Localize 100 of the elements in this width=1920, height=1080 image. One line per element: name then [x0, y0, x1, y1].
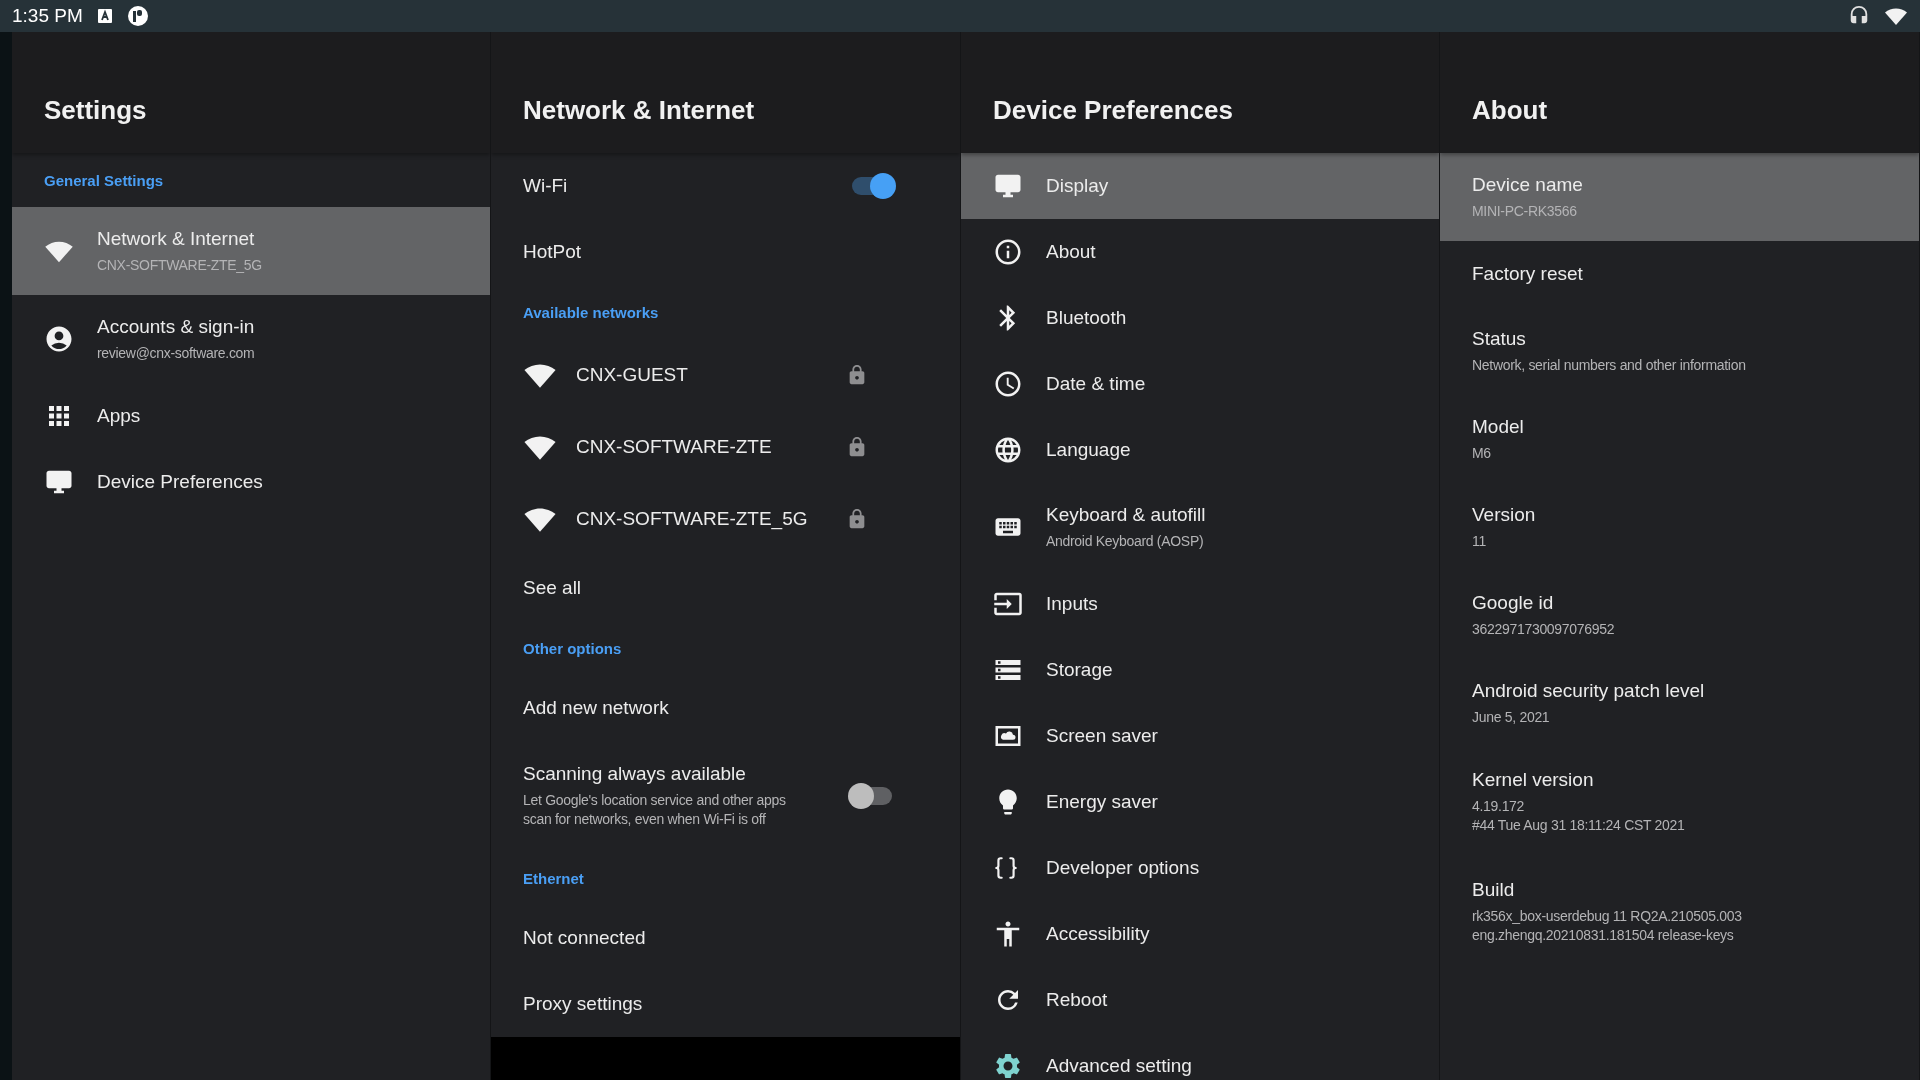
settings-item[interactable]: Accessibility [961, 901, 1439, 967]
settings-item[interactable]: Display [961, 153, 1439, 219]
item-title: Proxy settings [523, 993, 644, 1015]
item-title: Apps [97, 405, 142, 427]
settings-item[interactable]: About [961, 219, 1439, 285]
settings-item[interactable]: Energy saver [961, 769, 1439, 835]
item-title: Wi-Fi [523, 175, 569, 197]
item-subtitle: CNX-SOFTWARE-ZTE_5G [97, 255, 263, 275]
settings-item[interactable]: See all [491, 555, 960, 621]
section-header: Ethernet [522, 868, 585, 889]
settings-item[interactable]: Model M6 [1440, 395, 1919, 483]
settings-item[interactable]: Add new network [491, 675, 960, 741]
info-icon [993, 237, 1023, 267]
item-title: Google id [1472, 591, 1555, 614]
settings-item[interactable]: Android security patch level June 5, 2021 [1440, 659, 1919, 747]
panel-title: About [1472, 95, 1548, 126]
item-subtitle: rk356x_box-userdebug 11 RQ2A.210505.003 eng.zhengq.20210831.181504 release-keys [1472, 907, 1743, 945]
item-title: Network & Internet [97, 227, 256, 250]
settings-item[interactable]: CNX-SOFTWARE-ZTE_5G [491, 483, 960, 555]
item-title: About [1046, 241, 1097, 263]
settings-item[interactable]: Status Network, serial numbers and other information [1440, 307, 1919, 395]
item-title: Storage [1046, 659, 1114, 681]
item-title: Not connected [523, 927, 647, 949]
item-title: Reboot [1046, 989, 1109, 1011]
item-title: Model [1472, 415, 1525, 438]
settings-icon [993, 1051, 1023, 1080]
settings-item[interactable]: Screen saver [961, 703, 1439, 769]
settings-item[interactable]: Proxy settings [491, 971, 960, 1037]
item-subtitle: Let Google's location service and other apps scan for networks, even when Wi-Fi is off [523, 791, 787, 829]
section-header: General Settings [43, 170, 165, 191]
item-title: Inputs [1046, 593, 1099, 615]
item-title: CNX-SOFTWARE-ZTE [576, 436, 773, 458]
section-header: Available networks [522, 302, 660, 323]
item-title: Android security patch level [1472, 679, 1706, 702]
clock-icon [993, 369, 1023, 399]
item-subtitle: 11 [1472, 531, 1487, 551]
status-time: 1:35 PM [12, 5, 83, 27]
settings-item[interactable]: Storage [961, 637, 1439, 703]
panel-title: Settings [44, 95, 147, 126]
notification-icon [126, 5, 149, 27]
item-title: Build [1472, 879, 1516, 901]
item-title: CNX-SOFTWARE-ZTE_5G [576, 508, 809, 530]
settings-item[interactable]: HotPot [491, 219, 960, 285]
item-title: Accounts & sign-in [97, 315, 256, 338]
settings-item[interactable]: Advanced setting [961, 1033, 1439, 1080]
item-title: CNX-GUEST [576, 364, 689, 386]
settings-item[interactable]: Apps [12, 383, 490, 449]
notification-icon [96, 8, 113, 24]
settings-item[interactable]: Kernel version 4.19.172 #44 Tue Aug 31 18:11:24 CST 2021 [1440, 747, 1919, 857]
settings-item[interactable]: CNX-GUEST [491, 339, 960, 411]
item-title: Display [1046, 175, 1110, 197]
settings-item[interactable]: Google id 3622971730097076952 [1440, 571, 1919, 659]
item-subtitle: Network, serial numbers and other information [1472, 355, 1747, 375]
item-title: Accessibility [1046, 923, 1151, 945]
item-title: Bluetooth [1046, 307, 1128, 329]
settings-item[interactable]: Bluetooth [961, 285, 1439, 351]
globe-icon [993, 435, 1023, 465]
settings-item[interactable]: Not connected [491, 905, 960, 971]
item-subtitle: 4.19.172 #44 Tue Aug 31 18:11:24 CST 2021 [1472, 797, 1686, 835]
settings-item[interactable]: Wi-Fi [491, 153, 960, 219]
item-title: See all [523, 577, 583, 599]
item-title: Device Preferences [97, 471, 264, 493]
settings-item[interactable]: CNX-SOFTWARE-ZTE [491, 411, 960, 483]
item-subtitle: 3622971730097076952 [1472, 619, 1616, 639]
settings-item[interactable]: Scanning always available Let Google's location service and other apps scan for networks, even when Wi-Fi is off [491, 741, 960, 851]
settings-item[interactable]: Date & time [961, 351, 1439, 417]
settings-item[interactable]: Device Preferences [12, 449, 490, 515]
item-subtitle: review@cnx-software.com [97, 343, 256, 363]
item-title: Version [1472, 503, 1537, 526]
item-title: Date & time [1046, 373, 1147, 395]
item-title: Add new network [523, 697, 670, 719]
item-title: Keyboard & autofill [1046, 503, 1207, 526]
settings-item[interactable]: Factory reset [1440, 241, 1919, 307]
settings-item[interactable]: Device name MINI-PC-RK3566 [1440, 153, 1919, 241]
item-subtitle: M6 [1472, 443, 1492, 463]
settings-item[interactable]: Reboot [961, 967, 1439, 1033]
item-title: Energy saver [1046, 791, 1159, 813]
settings-item[interactable]: Network & Internet CNX-SOFTWARE-ZTE_5G [12, 207, 490, 295]
settings-item[interactable]: Language [961, 417, 1439, 483]
settings-item[interactable]: Developer options [961, 835, 1439, 901]
item-title: Status [1472, 327, 1527, 350]
item-title: Advanced setting [1046, 1055, 1193, 1077]
item-title: Screen saver [1046, 725, 1159, 747]
section-header: Other options [522, 638, 623, 659]
braces-icon [993, 855, 1019, 881]
settings-item[interactable]: Build rk356x_box-userdebug 11 RQ2A.210505.003 eng.zhengq.20210831.181504 release-keys [1440, 857, 1919, 967]
panel-title: Network & Internet [523, 95, 755, 126]
item-title: Factory reset [1472, 263, 1584, 285]
panel-title: Device Preferences [993, 95, 1233, 126]
item-title: Developer options [1046, 857, 1201, 879]
item-title: Scanning always available [523, 763, 747, 785]
account-icon [44, 324, 74, 354]
item-subtitle: Android Keyboard (AOSP) [1046, 531, 1205, 551]
settings-item[interactable]: Accounts & sign-in review@cnx-software.com [12, 295, 490, 383]
settings-item[interactable]: Version 11 [1440, 483, 1919, 571]
item-subtitle: June 5, 2021 [1472, 707, 1551, 727]
item-subtitle: MINI-PC-RK3566 [1472, 201, 1578, 221]
item-title: Kernel version [1472, 769, 1595, 791]
settings-item[interactable]: Keyboard & autofill Android Keyboard (AOSP) [961, 483, 1439, 571]
settings-item[interactable]: Inputs [961, 571, 1439, 637]
